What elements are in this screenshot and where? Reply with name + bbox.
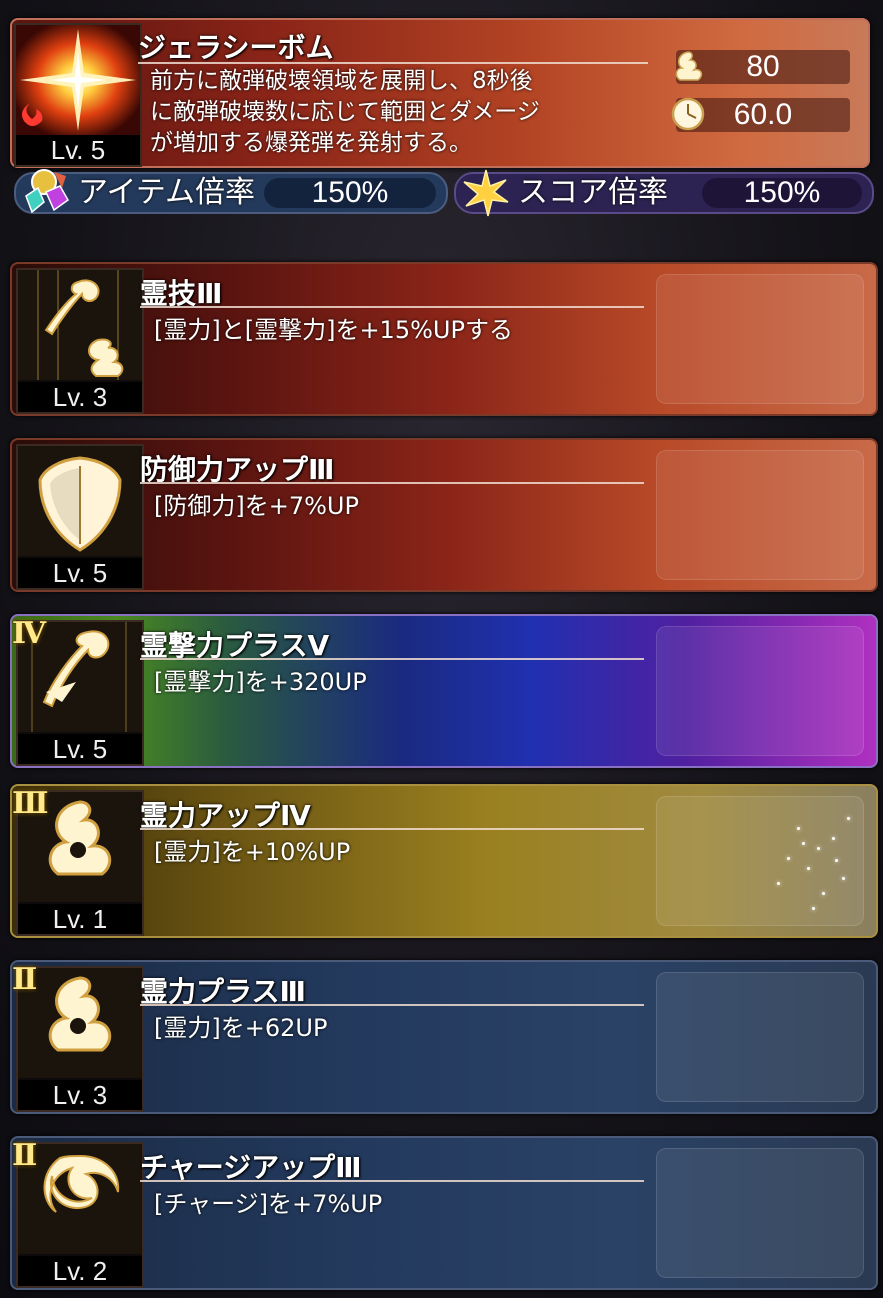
- stat-power-value: 80: [746, 50, 780, 83]
- stat-power-box: 80: [675, 50, 850, 84]
- divider: [140, 1180, 644, 1182]
- spirit-attack-icon: [18, 270, 142, 380]
- skill-description: [霊力]を+10%UP: [154, 838, 351, 866]
- rank-numeral: Ⅲ: [12, 786, 49, 821]
- skill-description: [霊力]と[霊撃力]を+15%UPする: [154, 316, 513, 344]
- skill-level: Lv. 5: [18, 558, 142, 588]
- skill-level: Lv. 3: [18, 1080, 142, 1110]
- skill-slot: [656, 274, 864, 404]
- desc-line: が増加する爆発弾を発射する。: [150, 130, 472, 156]
- item-rate-value: 150%: [264, 178, 436, 208]
- divider: [140, 306, 644, 308]
- spirit-swirl-icon: [675, 51, 703, 81]
- skill-slot: [656, 450, 864, 580]
- skill-row[interactable]: Ⅳ Lv. 5 霊撃力プラスⅤ [霊撃力]を+320UP: [10, 614, 878, 768]
- skill-slot: [656, 1148, 864, 1278]
- skill-level: Lv. 5: [18, 734, 142, 764]
- item-rate-label: アイテム倍率: [78, 175, 255, 210]
- star-burst-icon: [463, 169, 509, 217]
- divider: [138, 62, 648, 64]
- skill-icon-box: Lv. 3: [16, 268, 144, 414]
- skill-description: [チャージ]を+7%UP: [154, 1190, 383, 1218]
- skill-row[interactable]: Ⅱ Lv. 3 霊力プラスⅢ [霊力]を+62UP: [10, 960, 878, 1114]
- stat-time-box: 60.0: [671, 97, 850, 132]
- skill-level: Lv. 3: [18, 382, 142, 412]
- explosion-star-icon: [16, 25, 140, 135]
- skill-row[interactable]: Ⅲ Lv. 1 霊力アップⅣ [霊力]を+10%UP: [10, 784, 878, 938]
- main-skill-icon-box: Lv. 5: [14, 23, 142, 167]
- rank-numeral: Ⅱ: [12, 962, 38, 997]
- main-skill-description: 前方に敵弾破壊領域を展開し、8秒後 に敵弾破壊数に応じて範囲とダメージ が増加す…: [150, 66, 650, 159]
- divider: [140, 658, 644, 660]
- desc-line: 前方に敵弾破壊領域を展開し、8秒後: [150, 68, 533, 94]
- skill-slot: [656, 972, 864, 1102]
- skill-row[interactable]: Lv. 3 霊技Ⅲ [霊力]と[霊撃力]を+15%UPする: [10, 262, 878, 416]
- rank-numeral: Ⅳ: [12, 616, 47, 651]
- score-rate-value: 150%: [702, 178, 862, 208]
- desc-line: に敵弾破壊数に応じて範囲とダメージ: [150, 99, 540, 125]
- skill-description: [霊力]を+62UP: [154, 1014, 328, 1042]
- main-skill-level: Lv. 5: [16, 135, 140, 165]
- clock-icon: [671, 97, 705, 131]
- skill-level: Lv. 2: [18, 1256, 142, 1286]
- skill-description: [防御力]を+7%UP: [154, 492, 359, 520]
- skill-slot: [656, 796, 864, 926]
- skill-level: Lv. 1: [18, 904, 142, 934]
- shield-icon: [18, 446, 142, 556]
- skill-row[interactable]: Ⅱ Lv. 2 チャージアップⅢ [チャージ]を+7%UP: [10, 1136, 878, 1290]
- main-skill-name: ジェラシーボム: [138, 31, 334, 64]
- stat-time-value: 60.0: [733, 98, 793, 131]
- score-rate-label: スコア倍率: [518, 175, 668, 210]
- skill-row[interactable]: Lv. 5 防御力アップⅢ [防御力]を+7%UP: [10, 438, 878, 592]
- divider: [140, 828, 644, 830]
- gems-icon: [25, 169, 69, 214]
- score-rate-bar: スコア倍率 150%: [454, 169, 874, 217]
- skill-icon-box: Lv. 5: [16, 444, 144, 590]
- rank-numeral: Ⅱ: [12, 1138, 38, 1173]
- skill-description: [霊撃力]を+320UP: [154, 668, 367, 696]
- item-rate-bar: アイテム倍率 150%: [14, 169, 448, 214]
- divider: [140, 1004, 644, 1006]
- divider: [140, 482, 644, 484]
- skill-slot: [656, 626, 864, 756]
- main-skill-panel[interactable]: Lv. 5 ジェラシーボム 前方に敵弾破壊領域を展開し、8秒後 に敵弾破壊数に応…: [10, 18, 870, 168]
